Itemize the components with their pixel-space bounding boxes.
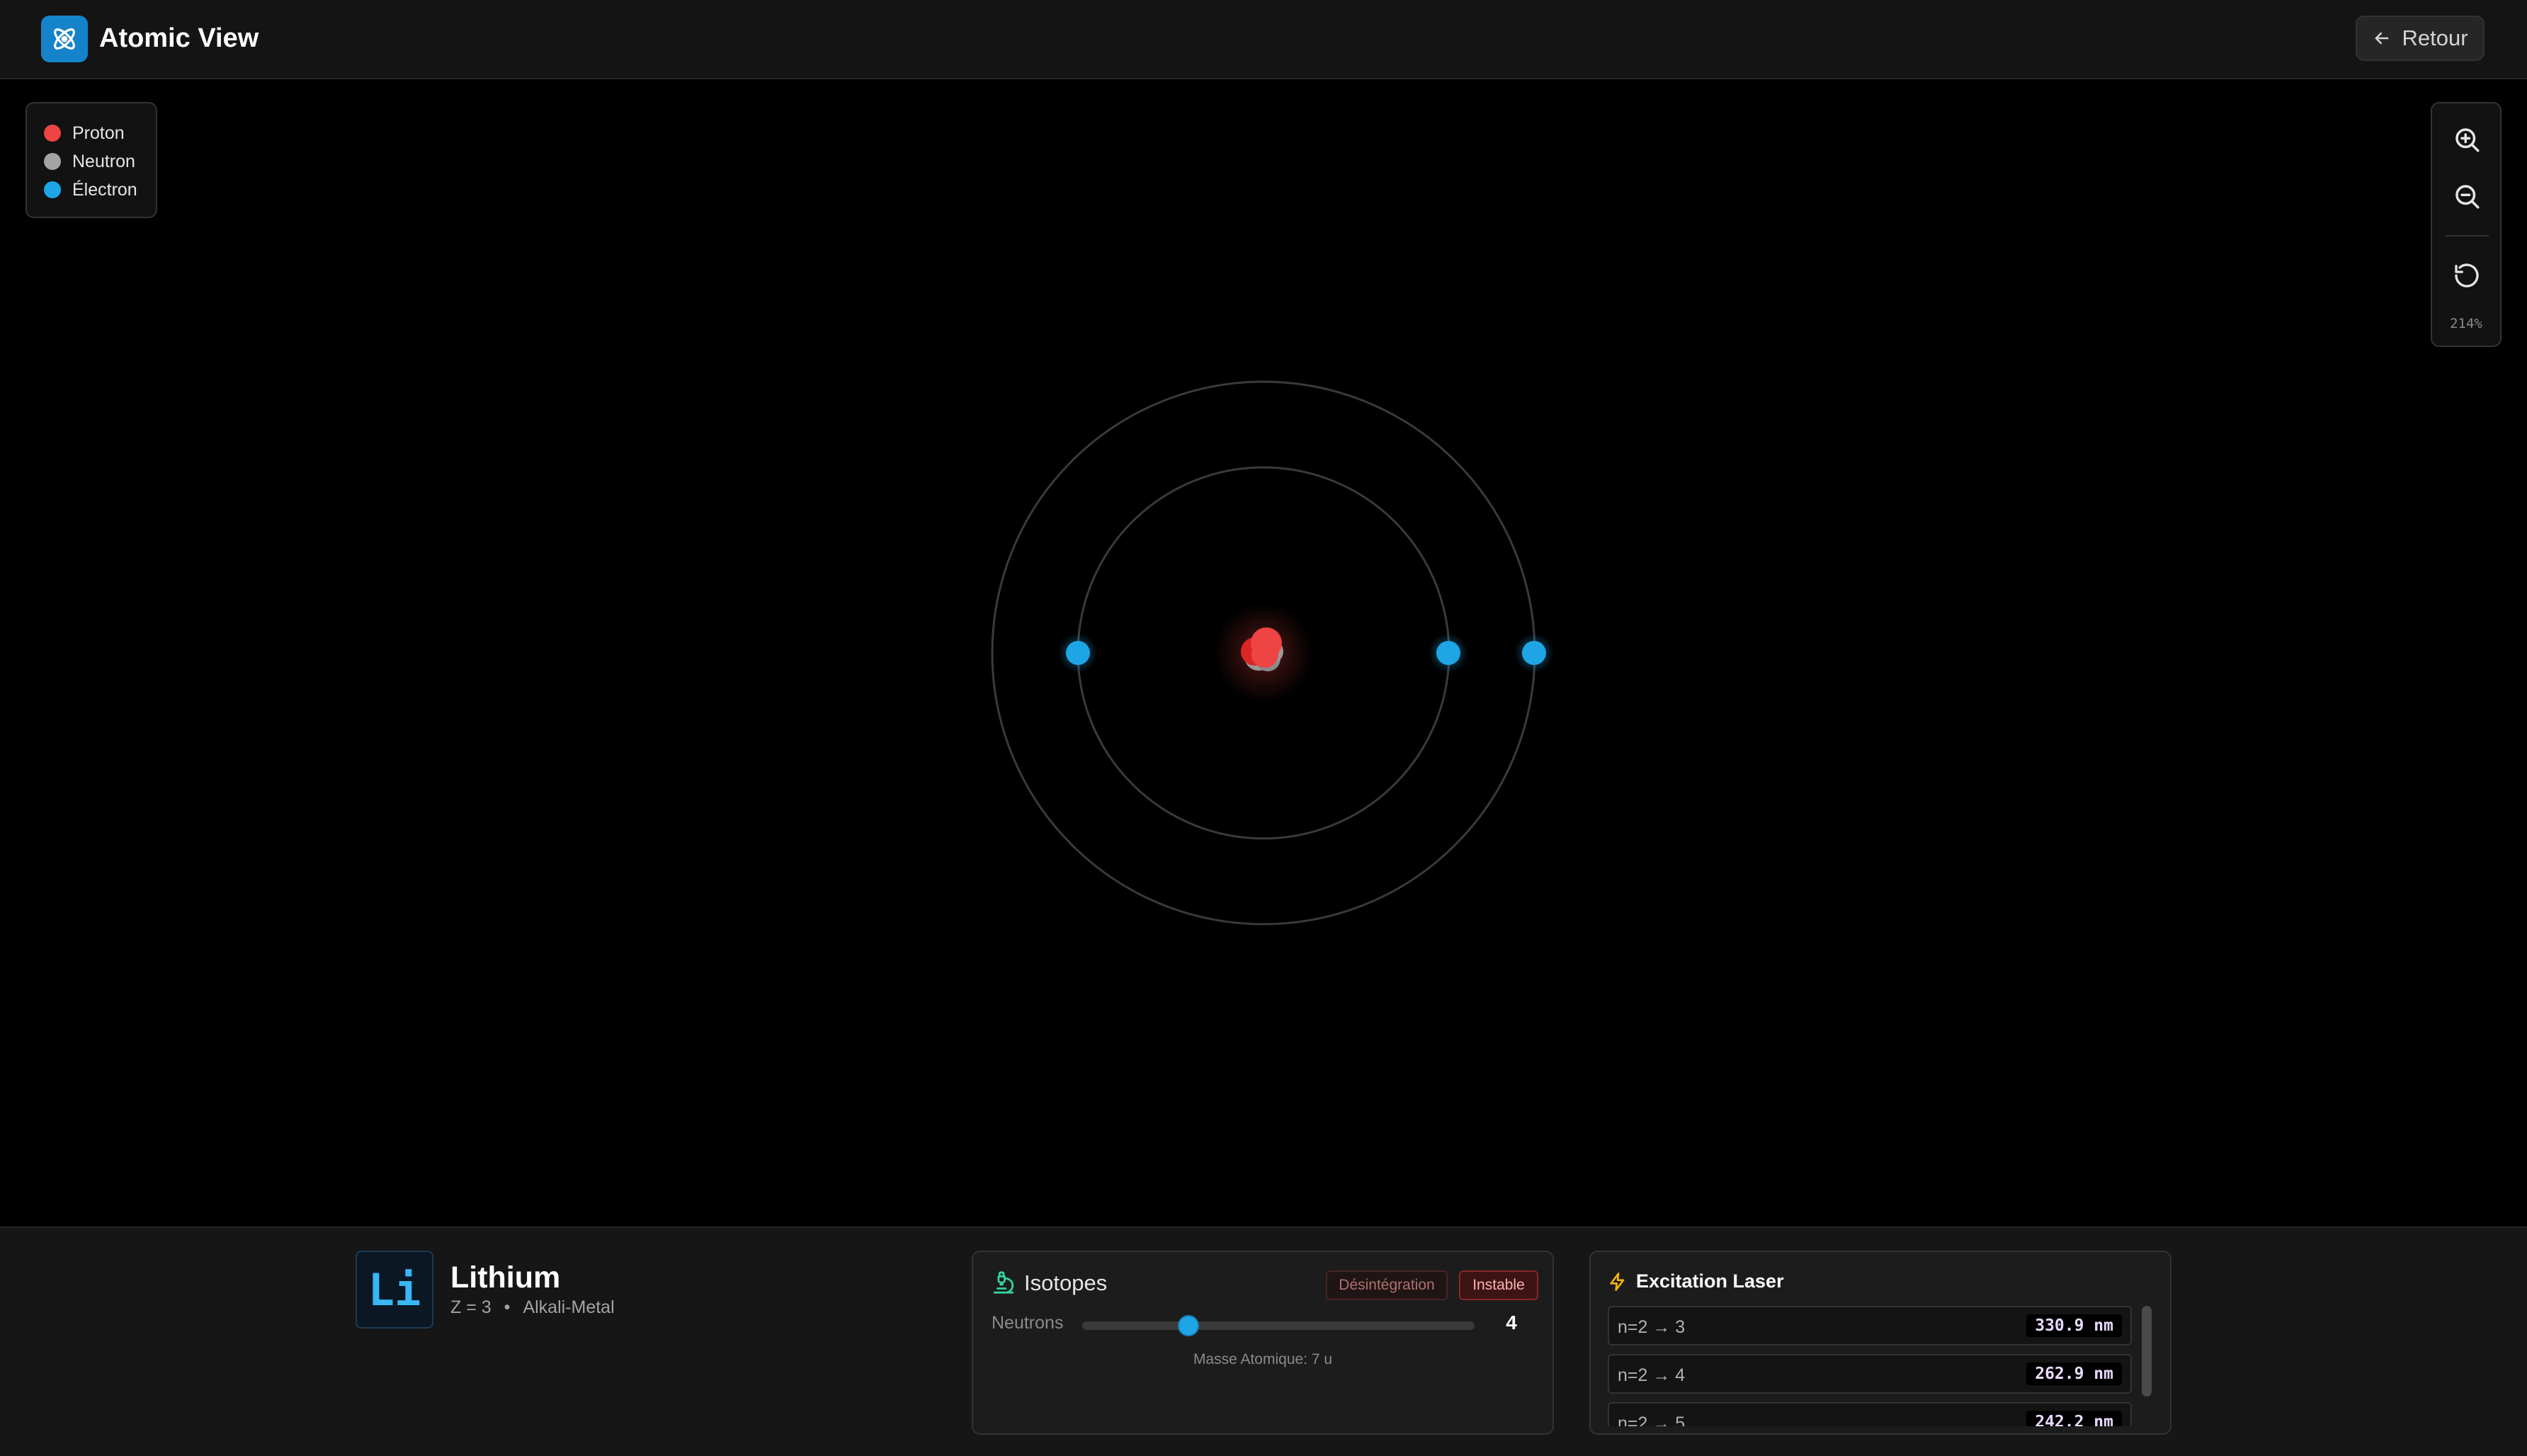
lightning-icon <box>1610 1273 1625 1291</box>
isotopes-title: Isotopes <box>1024 1270 1108 1295</box>
proton-dot-icon <box>44 125 61 142</box>
decay-button[interactable]: Désintégration <box>1326 1270 1448 1300</box>
transition-row[interactable]: n=2 → 5 242.2 nm <box>1608 1402 2132 1426</box>
electron[interactable] <box>1058 633 1098 673</box>
zoom-level: 214% <box>2450 316 2482 331</box>
stability-badge: Instable <box>1459 1270 1538 1300</box>
legend-label: Neutron <box>72 151 135 171</box>
legend-label: Proton <box>72 123 125 143</box>
neutrons-label: Neutrons <box>992 1313 1064 1333</box>
legend-item-proton: Proton <box>44 119 156 147</box>
meta-separator: • <box>504 1297 511 1317</box>
neutron-slider-thumb[interactable] <box>1177 1315 1199 1336</box>
transition-list[interactable]: n=2 → 3 330.9 nm n=2 → 4 262.9 nm n=2 → … <box>1608 1306 2132 1426</box>
zoom-in-icon <box>2455 128 2480 152</box>
microscope-icon <box>993 1271 1014 1294</box>
isotopes-card: Isotopes Désintégration Instable Neutron… <box>972 1251 1554 1435</box>
transition-label: n=2 → 3 <box>1618 1317 1686 1337</box>
back-button[interactable]: Retour <box>2356 16 2485 61</box>
electron[interactable] <box>1514 633 1554 673</box>
transition-wavelength: 262.9 nm <box>2026 1363 2122 1385</box>
transition-row[interactable]: n=2 → 4 262.9 nm <box>1608 1354 2132 1394</box>
reset-view-button[interactable] <box>2445 254 2489 297</box>
neutron-dot-icon <box>44 153 61 170</box>
zoom-controls: 214% <box>2431 102 2502 347</box>
arrow-left-icon <box>2375 32 2389 45</box>
app-header: Atomic View Retour <box>0 0 2527 79</box>
legend-label: Électron <box>72 179 137 200</box>
reset-icon <box>2455 263 2479 288</box>
atom-canvas[interactable] <box>0 79 2527 1227</box>
zoom-out-button[interactable] <box>2445 174 2489 218</box>
neutron-slider-track[interactable] <box>1082 1321 1475 1330</box>
element-category: Alkali-Metal <box>523 1297 615 1317</box>
zoom-in-button[interactable] <box>2445 118 2489 161</box>
transition-row[interactable]: n=2 → 3 330.9 nm <box>1608 1306 2132 1346</box>
proton <box>1251 627 1282 659</box>
element-meta: Z = 3 • Alkali-Metal <box>450 1297 615 1318</box>
electron[interactable] <box>1429 633 1468 673</box>
atom-logo-icon <box>41 16 88 62</box>
zoom-divider <box>2445 235 2489 237</box>
transition-label: n=2 → 4 <box>1618 1365 1686 1385</box>
legend-item-neutron: Neutron <box>44 147 156 176</box>
element-name: Lithium <box>450 1261 561 1295</box>
atom-diagram[interactable] <box>0 79 2527 1227</box>
laser-excitation-card: Excitation Laser n=2 → 3 330.9 nm n=2 → … <box>1589 1251 2171 1435</box>
neutron-count: 4 <box>1506 1312 1517 1333</box>
transition-scrollbar[interactable] <box>2142 1306 2152 1397</box>
electron-dot-icon <box>44 181 61 198</box>
element-symbol: Li <box>356 1251 433 1329</box>
transition-wavelength: 330.9 nm <box>2026 1314 2122 1337</box>
particle-legend: Proton Neutron Électron <box>25 102 157 218</box>
legend-item-electron: Électron <box>44 176 156 204</box>
zoom-out-icon <box>2455 185 2480 209</box>
transition-label: n=2 → 5 <box>1618 1414 1686 1426</box>
atomic-mass: Masse Atomique: 7 u <box>1193 1351 1333 1367</box>
transition-wavelength: 242.2 nm <box>2026 1411 2122 1426</box>
app-title: Atomic View <box>99 23 259 53</box>
atomic-number: Z = 3 <box>450 1297 492 1317</box>
back-button-label: Retour <box>2402 25 2468 50</box>
laser-title: Excitation Laser <box>1636 1270 1784 1292</box>
